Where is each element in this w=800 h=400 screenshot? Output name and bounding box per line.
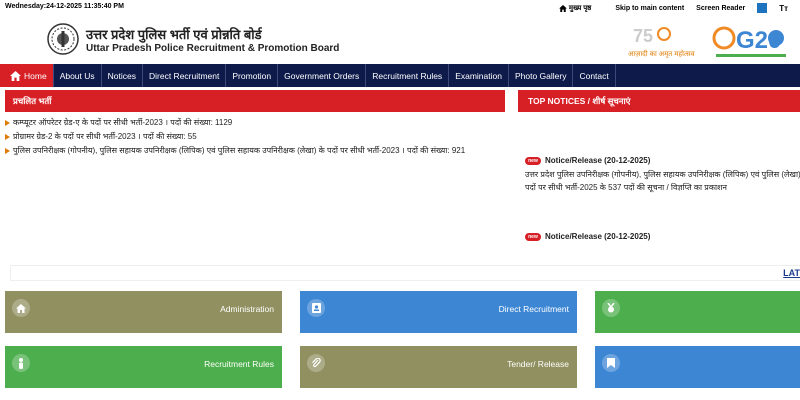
tile-administration[interactable]: Administration xyxy=(5,291,282,333)
nav-item-promotion[interactable]: Promotion xyxy=(226,64,279,87)
new-badge-icon: new xyxy=(525,156,541,165)
notice-title: Notice/Release (20-12-2025) xyxy=(545,156,651,165)
arrow-icon xyxy=(5,148,10,154)
tile-label: Tender/ Release xyxy=(507,359,569,369)
bookmark-icon xyxy=(602,354,620,372)
nav-item-home[interactable]: Home xyxy=(0,64,54,87)
nav-item-label: Home xyxy=(24,70,47,81)
date-time: Wednesday:24-12-2025 11:35:40 PM xyxy=(5,3,124,10)
list-item-text: प्रोग्रामर ग्रेड-2 के पदों पर सीधी भर्ती… xyxy=(13,132,197,141)
tile-recruitment-rules[interactable]: Recruitment Rules xyxy=(5,346,282,388)
notice-item[interactable]: new Notice/Release (20-12-2025) xyxy=(525,232,800,241)
list-item-text: पुलिस उपनिरीक्षक (गोपनीय), पुलिस सहायक उ… xyxy=(13,146,466,155)
police-emblem-logo[interactable] xyxy=(47,23,79,55)
site-title-hindi: उत्तर प्रदेश पुलिस भर्ती एवं प्रोन्नति ब… xyxy=(86,27,262,42)
tile-tender-release[interactable]: Tender/ Release xyxy=(300,346,577,388)
current-recruitments-panel: प्रचलित भर्ती कम्प्यूटर ऑपरेटर ग्रेड-ए क… xyxy=(5,90,505,260)
screen-reader-link[interactable]: Screen Reader xyxy=(696,5,745,12)
recruitment-list: कम्प्यूटर ऑपरेटर ग्रेड-ए के पदों पर सीधी… xyxy=(5,112,505,159)
nav-item-direct-recruitment[interactable]: Direct Recruitment xyxy=(143,64,227,87)
skip-to-main-link[interactable]: Skip to main content xyxy=(615,5,684,12)
home-link[interactable]: मुख्य पृष्ठ xyxy=(559,4,603,13)
notice-title: Notice/Release (20-12-2025) xyxy=(545,232,651,241)
arrow-icon xyxy=(5,134,10,140)
site-header: उत्तर प्रदेश पुलिस भर्ती एवं प्रोन्नति ब… xyxy=(0,16,800,64)
azadi-ka-amrit-mahotsav-logo: 75 आज़ादी का अमृत महोत्सव xyxy=(628,26,695,58)
id-card-icon xyxy=(307,299,325,317)
tile-bookmark[interactable] xyxy=(595,346,800,388)
theme-toggle[interactable] xyxy=(757,3,768,13)
top-bar: Wednesday:24-12-2025 11:35:40 PM मुख्य प… xyxy=(0,0,800,16)
nav-item-recruitment-rules[interactable]: Recruitment Rules xyxy=(366,64,450,87)
tile-promotion[interactable] xyxy=(595,291,800,333)
person-icon xyxy=(12,354,30,372)
nav-item-examination[interactable]: Examination xyxy=(449,64,509,87)
arrow-icon xyxy=(5,120,10,126)
tile-direct-recruitment[interactable]: Direct Recruitment xyxy=(300,291,577,333)
text-size-toggle[interactable]: Tт xyxy=(779,4,788,13)
site-title-english: Uttar Pradesh Police Recruitment & Promo… xyxy=(86,43,340,54)
list-item[interactable]: कम्प्यूटर ऑपरेटर ग्रेड-ए के पदों पर सीधी… xyxy=(5,117,505,131)
svg-text:आज़ादी का अमृत महोत्सव: आज़ादी का अमृत महोत्सव xyxy=(628,49,695,58)
tile-label: Direct Recruitment xyxy=(498,304,569,314)
notice-body: उत्तर प्रदेश पुलिस उपनिरीक्षक (गोपनीय), … xyxy=(525,170,800,192)
paperclip-icon xyxy=(307,354,325,372)
top-notices-panel: TOP NOTICES / शीर्ष सूचनाएं new Notice/R… xyxy=(518,90,800,260)
notice-item[interactable]: new Notice/Release (20-12-2025) उत्तर प्… xyxy=(525,156,800,194)
home-icon xyxy=(12,299,30,317)
tile-label: Administration xyxy=(220,304,274,314)
nav-item-notices[interactable]: Notices xyxy=(102,64,143,87)
nav-item-government-orders[interactable]: Government Orders xyxy=(278,64,367,87)
news-ticker: LAT xyxy=(10,265,800,281)
list-item-text: कम्प्यूटर ऑपरेटर ग्रेड-ए के पदों पर सीधी… xyxy=(13,118,233,127)
main-navigation: Home About Us Notices Direct Recruitment… xyxy=(0,64,800,87)
panel-title: TOP NOTICES / शीर्ष सूचनाएं xyxy=(518,90,800,112)
home-icon xyxy=(10,70,21,81)
nav-item-contact[interactable]: Contact xyxy=(573,64,616,87)
top-links: मुख्य पृष्ठ Skip to main content Screen … xyxy=(559,0,800,16)
g20-logo: G20 xyxy=(712,26,786,57)
nav-item-about-us[interactable]: About Us xyxy=(54,64,102,87)
list-item[interactable]: पुलिस उपनिरीक्षक (गोपनीय), पुलिस सहायक उ… xyxy=(5,145,505,159)
ticker-link[interactable]: LAT xyxy=(783,268,800,278)
svg-text:75: 75 xyxy=(633,26,653,46)
new-badge-icon: new xyxy=(525,232,541,241)
home-link-label: मुख्य पृष्ठ xyxy=(568,4,592,12)
medal-icon xyxy=(602,299,620,317)
panel-title: प्रचलित भर्ती xyxy=(5,90,505,112)
list-item[interactable]: प्रोग्रामर ग्रेड-2 के पदों पर सीधी भर्ती… xyxy=(5,131,505,145)
tile-label: Recruitment Rules xyxy=(204,359,274,369)
home-icon xyxy=(559,4,567,12)
nav-item-photo-gallery[interactable]: Photo Gallery xyxy=(509,64,574,87)
